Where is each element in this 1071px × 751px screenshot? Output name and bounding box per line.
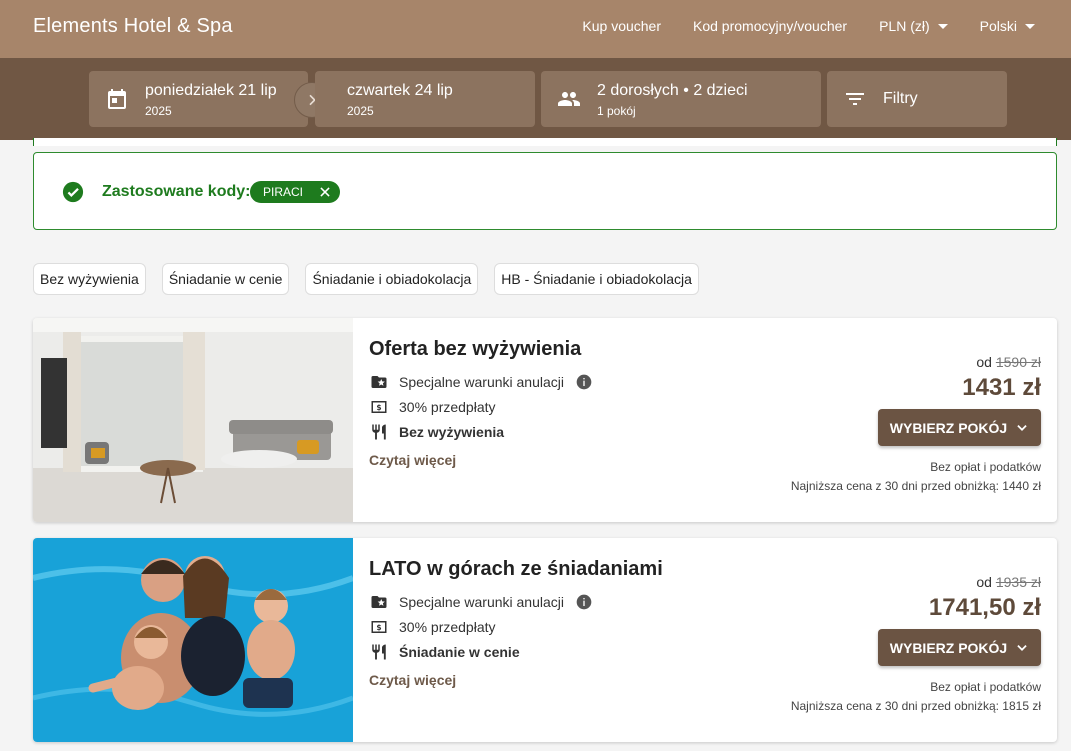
- read-more-link[interactable]: Czytaj więcej: [369, 672, 456, 688]
- filter-chip-no-board[interactable]: Bez wyżywienia: [33, 263, 146, 295]
- chevron-down-icon: [1017, 644, 1027, 651]
- fees-note: Bez opłat i podatków: [930, 460, 1041, 474]
- fees-note: Bez opłat i podatków: [930, 680, 1041, 694]
- checkout-day: czwartek 24 lip: [347, 82, 453, 99]
- from-label: od: [976, 354, 992, 370]
- select-room-button[interactable]: WYBIERZ POKÓJ: [878, 629, 1041, 666]
- language-label: Polski: [979, 18, 1017, 34]
- checkout-year: 2025: [347, 104, 374, 118]
- top-bar: Elements Hotel & Spa Kup voucher Kod pro…: [0, 0, 1071, 58]
- offer-price: 1431 zł: [962, 374, 1041, 401]
- filters-button[interactable]: Filtry: [827, 71, 1007, 127]
- cancellation-text: Specjalne warunki anulacji: [399, 374, 564, 390]
- offer-price: 1741,50 zł: [928, 594, 1041, 621]
- card-edge: [33, 138, 1057, 146]
- svg-text:$: $: [376, 623, 381, 632]
- language-select[interactable]: Polski: [980, 18, 1035, 34]
- guests-selector[interactable]: 2 dorosłych • 2 dzieci 1 pokój: [541, 71, 821, 127]
- price-from: od 1935 zł: [976, 574, 1041, 590]
- select-room-label: WYBIERZ POKÓJ: [889, 639, 1008, 656]
- currency-select[interactable]: PLN (zł): [879, 18, 948, 34]
- old-price: 1590 zł: [995, 354, 1041, 370]
- chevron-down-icon: [1017, 424, 1027, 431]
- select-room-button[interactable]: WYBIERZ POKÓJ: [878, 409, 1041, 446]
- search-bar: poniedziałek 21 lip 2025 czwartek 24 lip…: [0, 58, 1071, 140]
- from-label: od: [976, 574, 992, 590]
- filters-label: Filtry: [883, 90, 918, 107]
- dollar-icon: $: [369, 617, 389, 637]
- prepayment-info: $ 30% przedpłaty: [369, 617, 496, 637]
- info-icon[interactable]: [574, 372, 594, 392]
- rooms-count: 1 pokój: [597, 104, 636, 118]
- hotel-name[interactable]: Elements Hotel & Spa: [33, 15, 233, 38]
- people-icon: [558, 92, 580, 106]
- checkin-year: 2025: [145, 104, 172, 118]
- offer-card: LATO w górach ze śniadaniami Specjalne w…: [33, 538, 1057, 742]
- checkout-date-picker[interactable]: czwartek 24 lip 2025: [315, 71, 535, 127]
- calendar-icon: [108, 89, 126, 109]
- promo-code-chip: PIRACI: [250, 181, 340, 203]
- applied-codes-label: Zastosowane kody:: [102, 183, 251, 200]
- folder-star-icon: [369, 372, 389, 392]
- offer-title: Oferta bez wyżywienia: [369, 338, 582, 360]
- room-image: [33, 318, 353, 522]
- dollar-icon: $: [369, 397, 389, 417]
- chevron-down-icon: [937, 23, 948, 29]
- svg-text:$: $: [376, 403, 381, 412]
- select-room-label: WYBIERZ POKÓJ: [889, 419, 1008, 436]
- offer-title: LATO w górach ze śniadaniami: [369, 558, 663, 580]
- info-icon[interactable]: [574, 592, 594, 612]
- prepayment-text: 30% przedpłaty: [399, 399, 496, 415]
- offer-card: Oferta bez wyżywienia Specjalne warunki …: [33, 318, 1057, 522]
- filter-chip-hb[interactable]: HB - Śniadanie i obiadokolacja: [494, 263, 699, 295]
- chevron-down-icon: [1025, 23, 1035, 29]
- prepayment-text: 30% przedpłaty: [399, 619, 496, 635]
- cancellation-text: Specjalne warunki anulacji: [399, 594, 564, 610]
- lowest-price-note: Najniższa cena z 30 dni przed obniżką: 1…: [790, 699, 1041, 713]
- old-price: 1935 zł: [995, 574, 1041, 590]
- currency-label: PLN (zł): [879, 18, 930, 34]
- applied-codes-panel: Zastosowane kody: PIRACI: [33, 152, 1057, 230]
- board-text: Śniadanie w cenie: [399, 644, 520, 660]
- cutlery-icon: [369, 422, 389, 442]
- filter-chip-breakfast[interactable]: Śniadanie w cenie: [161, 263, 290, 295]
- board-text: Bez wyżywienia: [399, 424, 505, 440]
- room-photo: [33, 318, 353, 522]
- folder-star-icon: [369, 592, 389, 612]
- promo-code-value: PIRACI: [263, 185, 304, 199]
- filter-icon: [846, 93, 864, 105]
- buy-voucher-link[interactable]: Kup voucher: [582, 18, 661, 34]
- cancellation-info: Specjalne warunki anulacji: [369, 372, 594, 392]
- cancellation-info: Specjalne warunki anulacji: [369, 592, 594, 612]
- prepayment-info: $ 30% przedpłaty: [369, 397, 496, 417]
- filter-chip-breakfast-dinner[interactable]: Śniadanie i obiadokolacja: [305, 263, 479, 295]
- top-nav: Kup voucher Kod promocyjny/voucher PLN (…: [582, 18, 1035, 34]
- checkin-day: poniedziałek 21 lip: [145, 82, 277, 99]
- board-info: Śniadanie w cenie: [369, 642, 520, 662]
- lowest-price-note: Najniższa cena z 30 dni przed obniżką: 1…: [790, 479, 1041, 493]
- pool-family-image: [33, 538, 353, 742]
- close-icon[interactable]: [318, 185, 332, 199]
- promo-code-link[interactable]: Kod promocyjny/voucher: [693, 18, 847, 34]
- check-circle-icon: [62, 181, 84, 203]
- guests-summary: 2 dorosłych • 2 dzieci: [597, 82, 748, 99]
- price-from: od 1590 zł: [976, 354, 1041, 370]
- read-more-link[interactable]: Czytaj więcej: [369, 452, 456, 468]
- offer-photo: [33, 538, 353, 742]
- board-info: Bez wyżywienia: [369, 422, 504, 442]
- cutlery-icon: [369, 642, 389, 662]
- checkin-date-picker[interactable]: poniedziałek 21 lip 2025: [89, 71, 308, 127]
- board-filters: Bez wyżywienia Śniadanie w cenie Śniadan…: [33, 263, 699, 295]
